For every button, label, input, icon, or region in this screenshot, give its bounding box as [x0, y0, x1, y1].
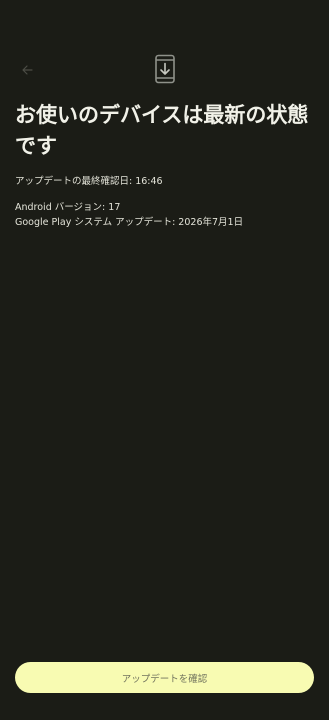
page-title: お使いのデバイスは最新の状態です	[15, 103, 309, 158]
phone-download-icon	[155, 54, 175, 84]
system-update-screen: お使いのデバイスは最新の状態です アップデートの最終確認日: 16:46 And…	[0, 0, 329, 720]
play-system-update-text: Google Play システム アップデート: 2026年7月1日	[15, 217, 244, 228]
arrow-back-icon	[22, 65, 33, 75]
check-for-update-button[interactable]: アップデートを確認	[15, 662, 314, 693]
android-version-text: Android バージョン: 17	[15, 202, 121, 213]
last-checked-text: アップデートの最終確認日: 16:46	[15, 176, 163, 187]
back-button[interactable]	[15, 58, 39, 82]
